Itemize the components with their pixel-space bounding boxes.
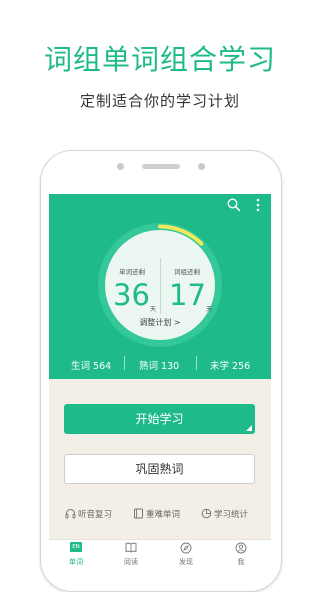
- tool-study-stats-label: 学习统计: [214, 510, 249, 520]
- button-corner-icon: [246, 425, 252, 431]
- phrases-remaining-unit: 天: [206, 306, 213, 313]
- header-panel: 单词还剩 36 天 词组还剩 17 天 调整计划 > 生词 564 熟词 130…: [49, 194, 271, 379]
- tab-discover-label: 发现: [179, 558, 193, 566]
- words-remaining-unit: 天: [150, 306, 157, 313]
- tab-me-label: 我: [237, 558, 245, 566]
- search-icon[interactable]: [227, 198, 241, 212]
- tab-words-label: 单词: [69, 558, 83, 566]
- progress-divider: [160, 258, 161, 314]
- more-vert-icon[interactable]: [255, 198, 261, 212]
- stat-divider-2: [196, 356, 197, 370]
- compass-icon: [180, 542, 192, 554]
- promo-subline: 定制适合你的学习计划: [79, 92, 240, 110]
- phone-camera-right: [198, 163, 205, 170]
- tool-hard-words-label: 重难单词: [146, 510, 181, 520]
- en-badge-icon: EN: [70, 542, 82, 552]
- review-familiar-button[interactable]: 巩固熟词: [64, 454, 255, 484]
- stat-unlearned: 未学 256: [210, 361, 251, 372]
- app-screen: 单词还剩 36 天 词组还剩 17 天 调整计划 > 生词 564 熟词 130…: [49, 194, 271, 569]
- open-book-icon: [125, 542, 137, 553]
- headphones-icon: [65, 509, 76, 519]
- stat-new-words: 生词 564: [71, 361, 112, 372]
- phrases-remaining-label: 词组还剩: [174, 268, 200, 276]
- tab-reading-label: 阅读: [124, 558, 138, 566]
- review-familiar-label: 巩固熟词: [135, 462, 184, 476]
- phone-speaker: [142, 164, 180, 169]
- adjust-plan-link[interactable]: 调整计划 >: [49, 317, 271, 328]
- user-icon: [235, 542, 247, 554]
- stat-divider-1: [124, 356, 125, 370]
- stat-familiar-words: 熟词 130: [139, 361, 180, 372]
- start-learning-label: 开始学习: [135, 412, 184, 426]
- words-remaining-value: 36: [113, 278, 150, 312]
- phone-camera-left: [117, 163, 124, 170]
- start-learning-button[interactable]: 开始学习: [64, 404, 255, 434]
- tool-listen-review-label: 听音复习: [78, 510, 113, 520]
- phrases-remaining-value: 17: [169, 278, 206, 312]
- book-icon: [134, 508, 143, 519]
- pie-chart-icon: [201, 508, 212, 519]
- words-remaining-label: 单词还剩: [119, 268, 145, 276]
- promo-headline: 词组单词组合学习: [43, 43, 276, 76]
- bottom-tab-bar: EN 单词 阅读 发现 我: [49, 539, 271, 569]
